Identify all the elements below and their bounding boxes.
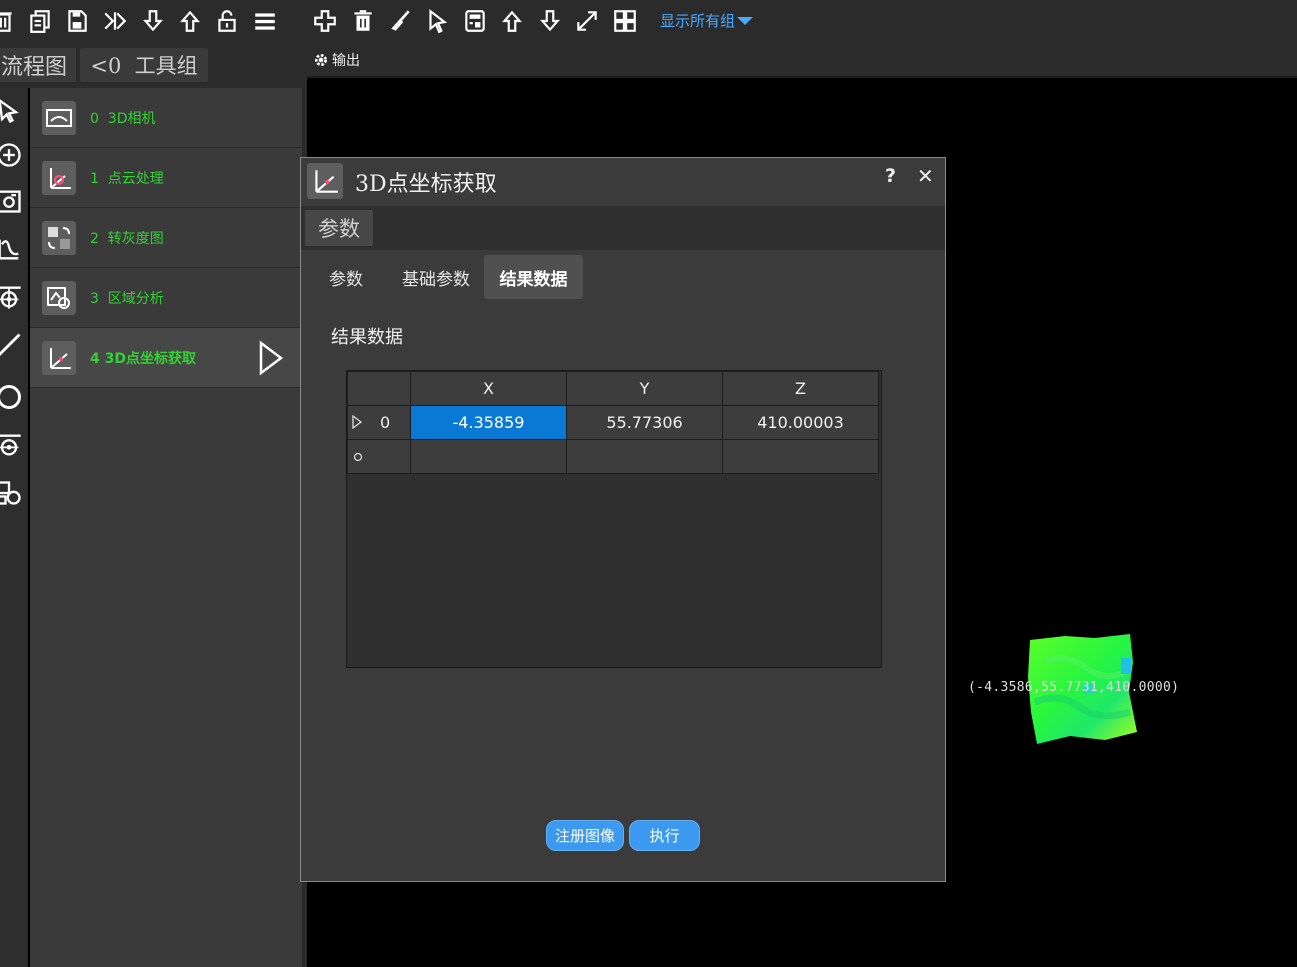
chevron-down-icon [737,16,754,25]
flow-item-grayscale[interactable]: 2 转灰度图 [30,208,302,268]
flow-item-3d-camera[interactable]: 0 3D相机 [30,88,302,148]
point-coord-icon [42,340,76,375]
dialog-subtabs: 参数 基础参数 结果数据 [301,253,945,301]
output-label: 输出 [332,53,360,69]
row-header[interactable]: 0 [347,405,411,440]
flow-item-label: 1 点云处理 [90,170,164,187]
corner-cell [347,371,411,406]
unlock-icon[interactable] [212,6,242,36]
table-row-new [347,439,879,474]
flow-item-3d-point-coord[interactable]: 4 3D点坐标获取 [30,328,302,388]
group-dropdown-label: 显示所有组 [660,12,736,30]
menu-icon[interactable] [250,6,280,36]
help-button[interactable]: ? [885,165,896,187]
row-header-new[interactable] [347,439,411,474]
point-coord-icon [307,163,343,199]
tab-tool-group[interactable]: <0 工具组 [80,48,208,82]
expand-icon[interactable] [572,6,602,36]
tab-params[interactable]: 参数 [321,255,371,299]
tab-basic-params[interactable]: 基础参数 [393,255,479,299]
trash-icon[interactable] [348,6,378,36]
result-grid: X Y Z 0 -4.35859 55.77306 410.00003 [346,370,882,668]
grid-icon[interactable] [610,6,640,36]
result-table: X Y Z 0 -4.35859 55.77306 410.00003 [347,371,879,474]
add-icon[interactable] [310,6,340,36]
import-icon[interactable] [138,6,168,36]
table-header-row: X Y Z [347,371,879,406]
clear-icon[interactable] [385,6,415,36]
copy-icon[interactable] [25,6,55,36]
execute-button[interactable]: 执行 [629,820,700,851]
move-up-icon[interactable] [497,6,527,36]
dialog-section-bar: 参数 [301,206,945,250]
add-circle-icon[interactable] [0,140,24,170]
measure-icon[interactable] [0,430,24,460]
delete-icon[interactable] [0,6,18,36]
tab-tool-group-label: <0 工具组 [90,54,198,78]
section-tab-label: 参数 [318,217,360,241]
left-tab-bar: 流程图 <0 工具组 [0,44,307,88]
new-row-icon [353,452,363,462]
point-coord-dialog: 3D点坐标获取 ? ✕ 参数 参数 基础参数 结果数据 结果数据 X Y Z 0 [300,157,946,882]
cell-y-new[interactable] [566,439,723,474]
output-header: 输出 [307,44,1297,78]
flow-item-label: 3 区域分析 [90,290,164,307]
grayscale-icon [42,220,76,255]
flow-item-point-cloud[interactable]: 1 点云处理 [30,148,302,208]
run-continuous-icon[interactable] [100,6,130,36]
flow-item-region-analysis[interactable]: 3 区域分析 [30,268,302,328]
output-tab[interactable]: 输出 [313,50,360,70]
move-down-icon[interactable] [535,6,565,36]
play-icon[interactable] [258,340,284,376]
dialog-titlebar[interactable]: 3D点坐标获取 ? ✕ [301,158,945,204]
target-icon[interactable] [0,282,24,312]
top-toolbar: 显示所有组 [0,0,1297,44]
cell-x[interactable]: -4.35859 [410,405,567,440]
flow-item-label: 2 转灰度图 [90,230,164,247]
camera-icon[interactable] [0,186,24,216]
pointer-icon[interactable] [422,6,452,36]
select-arrow-icon[interactable] [0,96,24,126]
dialog-title: 3D点坐标获取 [355,172,497,197]
tab-result-data[interactable]: 结果数据 [484,255,583,299]
region-analysis-icon [42,280,76,315]
flow-item-label: 4 3D点坐标获取 [90,350,196,367]
cell-z[interactable]: 410.00003 [722,405,879,440]
group-dropdown[interactable]: 显示所有组 [660,10,754,31]
flow-panel: 0 3D相机 1 点云处理 2 转灰度图 3 区域分析 4 3D点坐标获取 [30,88,302,967]
cell-y[interactable]: 55.77306 [566,405,723,440]
register-image-button[interactable]: 注册图像 [546,820,624,851]
tab-flowchart[interactable]: 流程图 [0,48,76,82]
close-button[interactable]: ✕ [917,164,934,188]
cell-x-new[interactable] [410,439,567,474]
camera-module-icon [42,100,76,135]
export-icon[interactable] [175,6,205,36]
circle-icon[interactable] [0,382,24,412]
tool-rail [0,88,28,967]
flow-item-label: 0 3D相机 [90,110,156,127]
curve-icon[interactable] [0,234,24,264]
cell-z-new[interactable] [722,439,879,474]
column-header-x[interactable]: X [410,371,567,406]
calculator-icon[interactable] [460,6,490,36]
save-icon[interactable] [62,6,92,36]
section-tab-params[interactable]: 参数 [305,210,373,246]
result-heading: 结果数据 [331,327,403,348]
column-header-y[interactable]: Y [566,371,723,406]
tab-flowchart-label: 流程图 [0,55,67,80]
shapes-icon[interactable] [0,478,24,508]
line-icon[interactable] [0,330,24,360]
column-header-z[interactable]: Z [722,371,879,406]
row-index: 0 [380,413,391,432]
coordinate-readout: (-4.3586,55.7731,410.0000) [968,680,1180,695]
gear-icon [315,54,327,66]
table-row: 0 -4.35859 55.77306 410.00003 [347,405,879,440]
current-row-icon [352,415,362,429]
point-cloud-icon [42,160,76,195]
